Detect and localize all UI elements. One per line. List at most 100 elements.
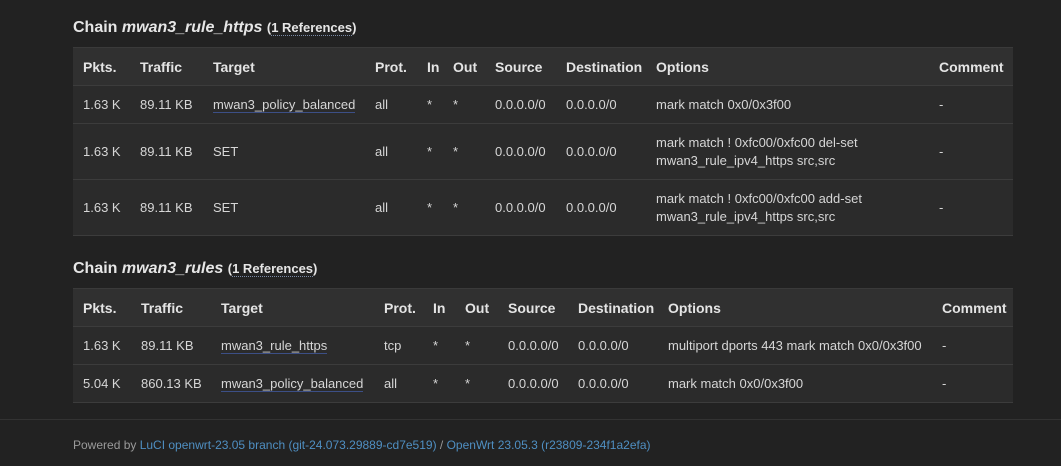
chain-title-mwan3-rule-https: Chain mwan3_rule_https (1 References) [73, 17, 356, 39]
footer-powered-by: Powered by [73, 438, 140, 452]
options-line-2: mwan3_rule_ipv4_https src,src [656, 208, 836, 224]
cell-pkts: 1.63 K [73, 123, 130, 180]
col-options: Options [646, 47, 929, 86]
cell-in: * [417, 179, 443, 236]
col-traffic: Traffic [131, 288, 211, 327]
col-target: Target [211, 288, 374, 327]
cell-options: multiport dports 443 mark match 0x0/0x3f… [658, 326, 932, 365]
footer: Powered by LuCI openwrt-23.05 branch (gi… [73, 438, 651, 452]
cell-prot: all [365, 85, 417, 124]
table-row: 1.63 K 89.11 KB SET all * * 0.0.0.0/0 0.… [73, 123, 1013, 180]
col-target: Target [203, 47, 365, 86]
chain-prefix: Chain [73, 19, 118, 36]
options-line-1: mark match ! 0xfc00/0xfc00 add-set [656, 190, 862, 206]
cell-options: mark match 0x0/0x3f00 [658, 364, 932, 403]
cell-traffic: 860.13 KB [131, 364, 211, 403]
cell-out: * [455, 326, 498, 365]
col-comment: Comment [932, 288, 1013, 327]
footer-divider [0, 419, 1061, 420]
target-link[interactable]: mwan3_rule_https [221, 337, 328, 354]
cell-options: mark match 0x0/0x3f00 [646, 85, 929, 124]
cell-pkts: 1.63 K [73, 85, 130, 124]
cell-out: * [443, 85, 485, 124]
cell-destination: 0.0.0.0/0 [568, 326, 658, 365]
cell-target: mwan3_rule_https [211, 326, 374, 365]
cell-out: * [443, 179, 485, 236]
luci-link[interactable]: LuCI openwrt-23.05 branch (git-24.073.29… [140, 438, 437, 452]
chain-prefix: Chain [73, 260, 118, 277]
col-options: Options [658, 288, 932, 327]
col-source: Source [498, 288, 568, 327]
cell-prot: all [374, 364, 423, 403]
cell-out: * [455, 364, 498, 403]
chain-references: (1 References) [266, 20, 357, 36]
cell-traffic: 89.11 KB [130, 179, 203, 236]
col-prot: Prot. [365, 47, 417, 86]
cell-pkts: 5.04 K [73, 364, 131, 403]
cell-source: 0.0.0.0/0 [485, 179, 556, 236]
references-link[interactable]: 1 References [271, 20, 353, 36]
col-destination: Destination [556, 47, 646, 86]
openwrt-link[interactable]: OpenWrt 23.05.3 (r23809-234f1a2efa) [447, 438, 651, 452]
cell-comment: - [929, 179, 1013, 236]
cell-source: 0.0.0.0/0 [485, 123, 556, 180]
col-traffic: Traffic [130, 47, 203, 86]
cell-source: 0.0.0.0/0 [498, 326, 568, 365]
col-pkts: Pkts. [73, 288, 131, 327]
col-in: In [423, 288, 455, 327]
options-line-2: mwan3_rule_ipv4_https src,src [656, 152, 836, 168]
col-in: In [417, 47, 443, 86]
chain-references: (1 References) [227, 261, 318, 277]
cell-prot: all [365, 179, 417, 236]
cell-target: SET [203, 179, 365, 236]
cell-source: 0.0.0.0/0 [485, 85, 556, 124]
cell-pkts: 1.63 K [73, 179, 130, 236]
cell-source: 0.0.0.0/0 [498, 364, 568, 403]
col-out: Out [443, 47, 485, 86]
cell-destination: 0.0.0.0/0 [556, 123, 646, 180]
col-out: Out [455, 288, 498, 327]
target-link[interactable]: mwan3_policy_balanced [213, 96, 356, 113]
cell-traffic: 89.11 KB [130, 85, 203, 124]
col-source: Source [485, 47, 556, 86]
cell-comment: - [932, 364, 1013, 403]
cell-traffic: 89.11 KB [130, 123, 203, 180]
table-header-row: Pkts. Traffic Target Prot. In Out Source… [73, 47, 1013, 86]
cell-in: * [417, 85, 443, 124]
table-row: 5.04 K 860.13 KB mwan3_policy_balanced a… [73, 364, 1013, 403]
table-header-row: Pkts. Traffic Target Prot. In Out Source… [73, 288, 1013, 327]
cell-prot: all [365, 123, 417, 180]
cell-prot: tcp [374, 326, 423, 365]
rules-table-mwan3-rules: Pkts. Traffic Target Prot. In Out Source… [73, 288, 1013, 403]
references-link[interactable]: 1 References [232, 261, 314, 277]
cell-destination: 0.0.0.0/0 [556, 179, 646, 236]
footer-separator: / [436, 438, 447, 452]
rules-table-mwan3-rule-https: Pkts. Traffic Target Prot. In Out Source… [73, 47, 1013, 236]
cell-traffic: 89.11 KB [131, 326, 211, 365]
cell-comment: - [932, 326, 1013, 365]
table-row: 1.63 K 89.11 KB mwan3_policy_balanced al… [73, 85, 1013, 124]
options-line-1: mark match ! 0xfc00/0xfc00 del-set [656, 134, 858, 150]
table-row: 1.63 K 89.11 KB mwan3_rule_https tcp * *… [73, 326, 1013, 365]
cell-destination: 0.0.0.0/0 [556, 85, 646, 124]
target-link[interactable]: mwan3_policy_balanced [221, 375, 364, 392]
chain-name: mwan3_rules [121, 260, 224, 277]
cell-in: * [423, 364, 455, 403]
chain-title-mwan3-rules: Chain mwan3_rules (1 References) [73, 258, 317, 280]
col-destination: Destination [568, 288, 658, 327]
cell-target: mwan3_policy_balanced [211, 364, 374, 403]
col-pkts: Pkts. [73, 47, 130, 86]
col-comment: Comment [929, 47, 1013, 86]
cell-pkts: 1.63 K [73, 326, 131, 365]
col-prot: Prot. [374, 288, 423, 327]
cell-target: mwan3_policy_balanced [203, 85, 365, 124]
cell-target: SET [203, 123, 365, 180]
cell-options: mark match ! 0xfc00/0xfc00 add-set mwan3… [646, 179, 929, 236]
cell-comment: - [929, 85, 1013, 124]
cell-in: * [417, 123, 443, 180]
table-row: 1.63 K 89.11 KB SET all * * 0.0.0.0/0 0.… [73, 179, 1013, 236]
cell-options: mark match ! 0xfc00/0xfc00 del-set mwan3… [646, 123, 929, 180]
cell-comment: - [929, 123, 1013, 180]
cell-out: * [443, 123, 485, 180]
chain-name: mwan3_rule_https [121, 19, 263, 36]
